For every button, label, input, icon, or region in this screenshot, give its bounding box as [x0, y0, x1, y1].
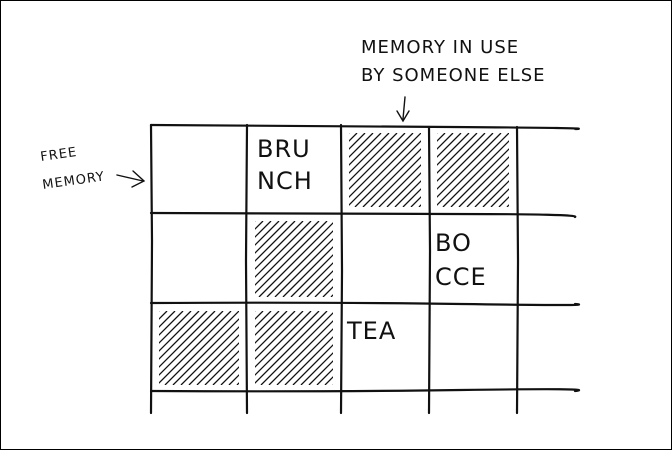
annotation-in-use-line2: BY SOMEONE ELSE — [361, 65, 546, 86]
used-cell-hatch — [437, 133, 509, 207]
annotation-free-line1: FREE — [39, 145, 78, 165]
grid-line-col0 — [149, 123, 154, 415]
grid-line-col2 — [339, 123, 344, 415]
grid-line-row3 — [149, 388, 581, 393]
diagram-canvas: BRU NCH BO CCE TEA MEMORY IN USE BY SOME… — [39, 37, 581, 415]
hatch-layer — [159, 133, 509, 385]
memory-diagram: BRU NCH BO CCE TEA MEMORY IN USE BY SOME… — [0, 0, 672, 450]
used-cell-hatch — [159, 311, 239, 385]
down-arrow-icon — [396, 96, 410, 123]
cell-text-bocce-1: BO — [435, 229, 472, 257]
used-cell-hatch — [255, 221, 333, 297]
annotation-free-line2: MEMORY — [41, 169, 106, 193]
memory-grid — [149, 123, 581, 415]
grid-line-col1 — [244, 123, 249, 415]
grid-line-col3 — [427, 125, 432, 415]
cell-text-brunch-1: BRU — [257, 135, 311, 163]
cell-text-tea: TEA — [346, 317, 396, 345]
grid-line-row2 — [149, 301, 581, 307]
right-arrow-icon — [116, 170, 146, 188]
grid-line-col4 — [515, 125, 520, 415]
annotation-in-use-line1: MEMORY IN USE — [361, 37, 519, 58]
grid-line-top — [149, 123, 580, 131]
grid-line-row1 — [149, 211, 577, 219]
cell-text-brunch-2: NCH — [257, 167, 313, 195]
cell-text-bocce-2: CCE — [435, 263, 487, 291]
